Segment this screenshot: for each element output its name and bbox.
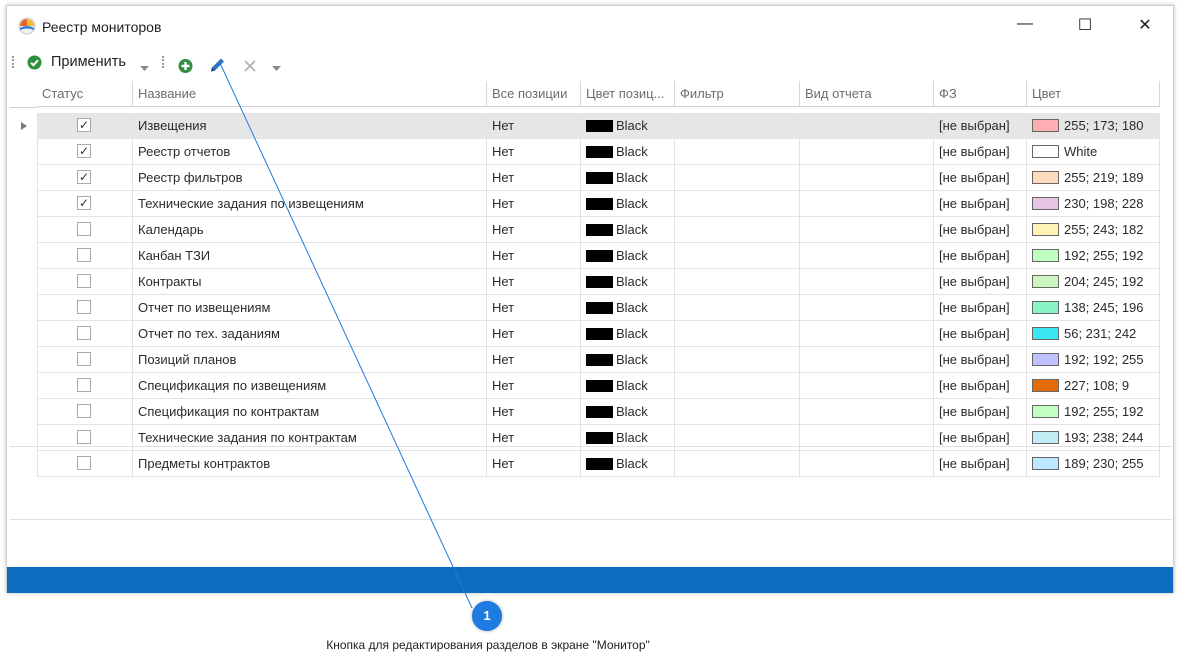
- callout-leader-line: [219, 62, 473, 609]
- callout-badge: 1: [472, 601, 502, 631]
- callout-caption: Кнопка для редактирования разделов в экр…: [326, 638, 650, 652]
